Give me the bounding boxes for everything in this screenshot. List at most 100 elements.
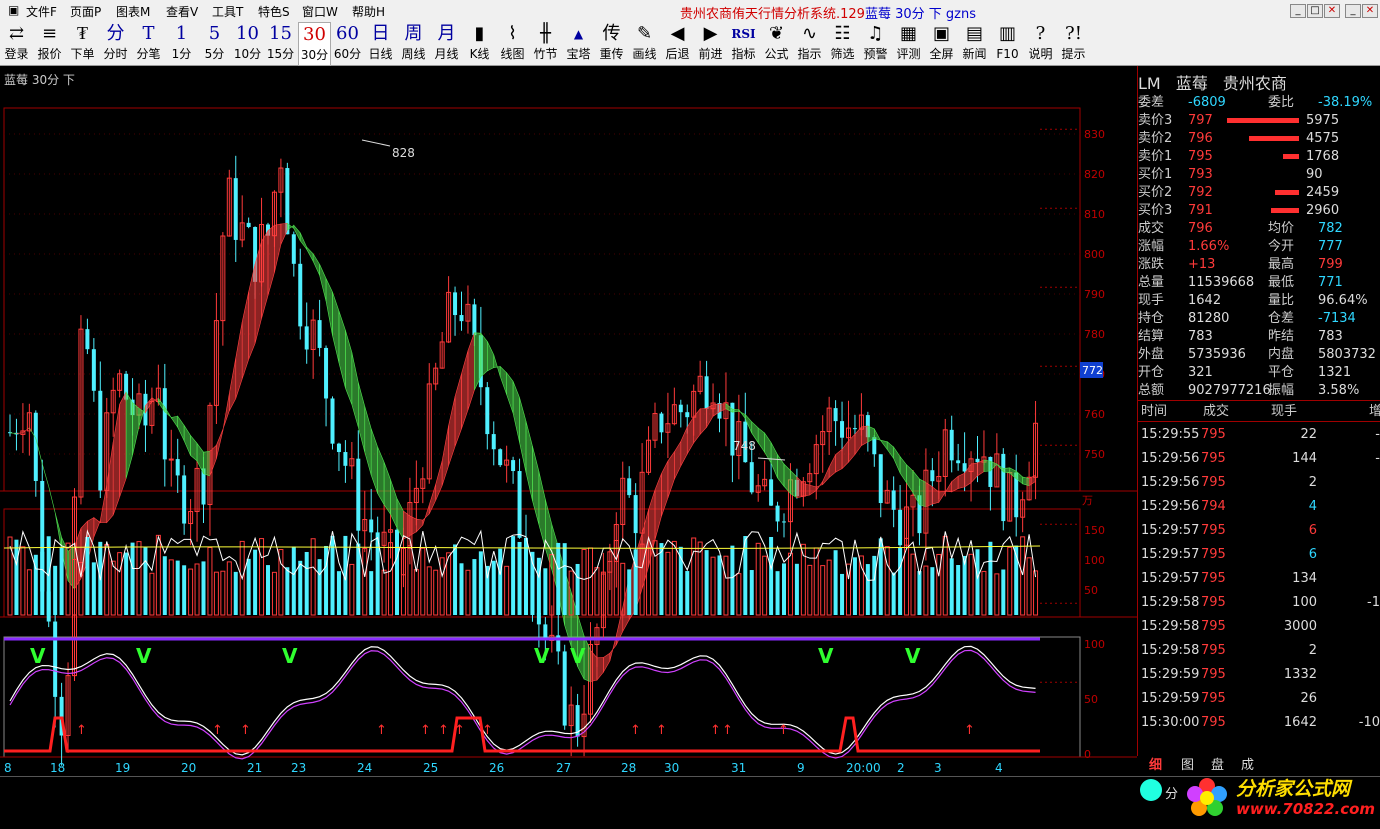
ma-ribbon-segment: [654, 473, 662, 540]
volume-bar: [968, 553, 974, 616]
toolbar-button-31[interactable]: ? 说明: [1024, 22, 1057, 66]
quote-value: 1642: [1188, 293, 1222, 308]
toolbar-button-3[interactable]: 分分时: [99, 22, 132, 66]
tick-row: 15:29:58 795 2: [1137, 639, 1380, 663]
toolbar-button-28[interactable]: ▣ 全屏: [925, 22, 958, 66]
date-label: 28: [621, 761, 636, 775]
volume-bar: [285, 567, 290, 615]
toolbar-button-32[interactable]: ?! 提示: [1057, 22, 1090, 66]
tab-detail[interactable]: 细: [1149, 754, 1162, 773]
volume-bar: [317, 559, 322, 615]
candle-body: [891, 490, 896, 510]
candle-body: [840, 421, 845, 438]
toolbar-label-15: 线图: [500, 47, 525, 61]
menu-item-page[interactable]: 页面P: [70, 3, 101, 20]
toolbar-button-21[interactable]: ▶ 前进: [694, 22, 727, 66]
toolbar-button-0[interactable]: ⇄ 登录: [0, 22, 33, 66]
toolbar-button-22[interactable]: RSI 指标: [727, 22, 760, 66]
toolbar-icon-6: 5: [208, 23, 221, 44]
toolbar-button-25[interactable]: ☷ 筛选: [826, 22, 859, 66]
toolbar-button-19[interactable]: ✎ 画线: [628, 22, 661, 66]
sell-signal-icon: V: [136, 644, 152, 668]
quote-value-2: 3.58%: [1318, 383, 1360, 398]
quote-row: 涨幅 1.66% 今开 777: [1138, 238, 1380, 256]
toolbar-button-16[interactable]: ╫ 竹节: [529, 22, 562, 66]
volume-bar: [1033, 570, 1039, 616]
kline-chart[interactable]: 830820810800790780770760750828748772万150…: [0, 66, 1137, 776]
toolbar-button-2[interactable]: ₮ 下单: [66, 22, 99, 66]
tick-change: -10: [1358, 715, 1380, 730]
volume-bar: [923, 565, 929, 616]
candle-body: [175, 459, 180, 476]
menu-item-tools[interactable]: 工具T: [212, 3, 243, 20]
volume-bar: [562, 543, 567, 615]
tick-volume: 6: [1308, 523, 1317, 538]
menu-item-chart[interactable]: 图表M: [116, 3, 150, 20]
volume-bar: [304, 551, 309, 615]
toolbar-button-20[interactable]: ◀ 后退: [661, 22, 694, 66]
ma-ribbon-segment: [648, 489, 656, 567]
ma-ribbon-segment: [680, 426, 688, 467]
toolbar-button-6[interactable]: 5 5分: [198, 22, 231, 66]
toolbar-button-8[interactable]: 15 15分: [264, 22, 297, 66]
toolbar-icon-18: 传: [602, 23, 621, 44]
candle-body: [91, 349, 96, 391]
volume-bar: [220, 570, 226, 616]
toolbar-button-11[interactable]: 日日线: [364, 22, 397, 66]
volume-bar: [53, 565, 58, 615]
toolbar-button-9[interactable]: 30 30分: [298, 22, 331, 66]
toolbar-button-5[interactable]: 1 1分: [165, 22, 198, 66]
toolbar-button-13[interactable]: 月月线: [430, 22, 463, 66]
toolbar-button-27[interactable]: ▦ 评测: [892, 22, 925, 66]
buy-signal-icon: ↑: [212, 723, 223, 738]
toolbar-button-26[interactable]: ♫ 预警: [859, 22, 892, 66]
toolbar-button-24[interactable]: ∿ 指示: [793, 22, 826, 66]
quote-value: -6809: [1188, 95, 1226, 110]
buy-signal-icon: ↑: [454, 723, 465, 738]
volume-bar: [246, 558, 251, 615]
toolbar-icon-2: ₮: [77, 23, 88, 44]
toolbar-button-23[interactable]: ❦ 公式: [760, 22, 793, 66]
toolbar-button-15[interactable]: ⌇ 线图: [496, 22, 529, 66]
menu-file-icon[interactable]: ▣: [8, 3, 19, 17]
menu-item-help[interactable]: 帮助H: [352, 3, 385, 20]
menu-item-special[interactable]: 特色S: [258, 3, 290, 20]
menu-item-file[interactable]: 文件F: [26, 3, 57, 20]
menu-item-view[interactable]: 查看V: [166, 3, 198, 20]
close-button[interactable]: ✕: [1324, 4, 1340, 18]
toolbar-button-18[interactable]: 传重传: [595, 22, 628, 66]
menu-item-window[interactable]: 窗口W: [302, 3, 338, 20]
quote-value: 796: [1188, 221, 1213, 236]
tick-change: -: [1375, 427, 1380, 442]
ma-ribbon-segment: [170, 415, 178, 429]
toolbar-label-17: 宝塔: [566, 47, 591, 61]
candle-body: [775, 505, 780, 522]
tick-row: 15:29:58 795 100 -1: [1137, 591, 1380, 615]
toolbar-label-22: 指标: [731, 47, 756, 61]
toolbar-button-4[interactable]: T 分笔: [132, 22, 165, 66]
child-minimize-button[interactable]: _: [1345, 4, 1361, 18]
volume-bar: [762, 555, 768, 616]
quote-value: +13: [1188, 257, 1216, 272]
toolbar-button-29[interactable]: ▤ 新闻: [958, 22, 991, 66]
restore-button[interactable]: □: [1307, 4, 1323, 18]
child-close-button[interactable]: ✕: [1362, 4, 1378, 18]
quote-row: 开仓 321 平仓 1321: [1138, 364, 1380, 382]
toolbar-icon-16: ╫: [540, 23, 551, 44]
toolbar-button-10[interactable]: 60 60分: [331, 22, 364, 66]
volume-bar: [168, 559, 174, 616]
minimize-button[interactable]: _: [1290, 4, 1306, 18]
toolbar-button-1[interactable]: ≡ 报价: [33, 22, 66, 66]
ma-ribbon-segment: [848, 433, 856, 463]
date-label: 4: [995, 761, 1003, 775]
ma-ribbon-segment: [267, 224, 275, 296]
toolbar-button-12[interactable]: 周周线: [397, 22, 430, 66]
toolbar-button-14[interactable]: ▮ K线: [463, 22, 496, 66]
quote-value-2: 1321: [1318, 365, 1352, 380]
toolbar-button-7[interactable]: 10 10分: [231, 22, 264, 66]
toolbar-button-17[interactable]: ▲ 宝塔: [562, 22, 595, 66]
buy-signal-icon: ↑: [482, 723, 493, 738]
quote-label: 外盘: [1138, 347, 1165, 362]
toolbar-button-30[interactable]: ▥ F10: [991, 22, 1024, 66]
volume-bar: [594, 567, 600, 616]
